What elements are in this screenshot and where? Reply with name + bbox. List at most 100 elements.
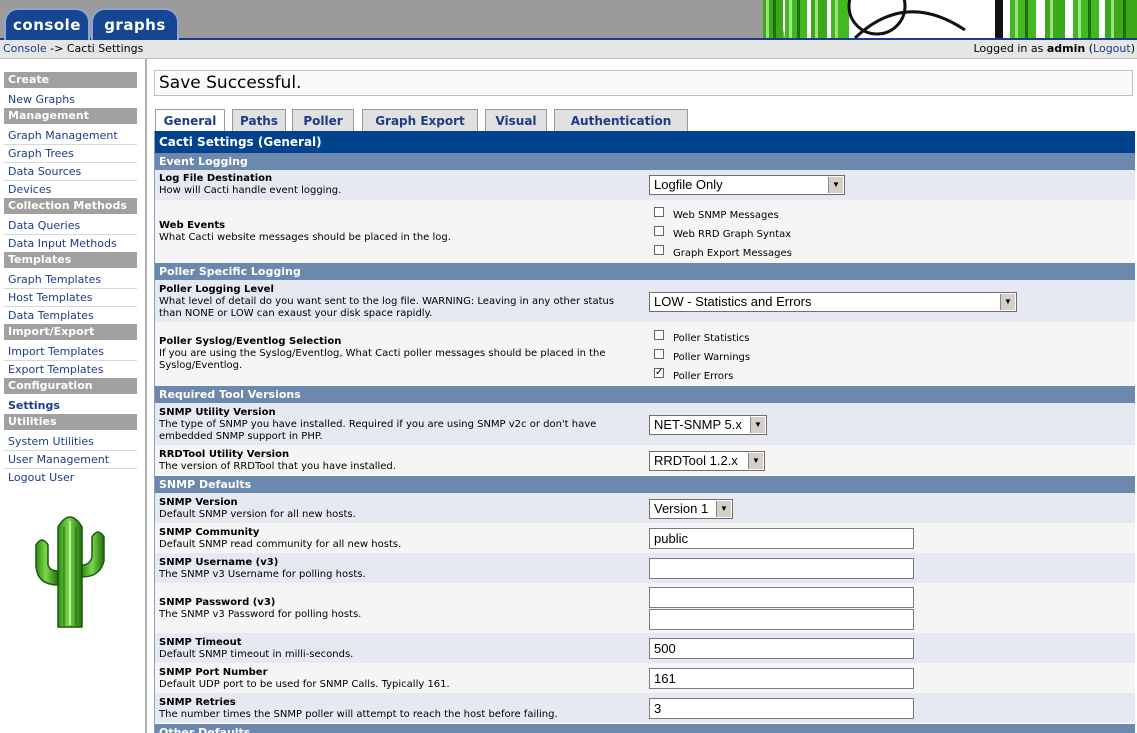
- sidebar-menu: Create New Graphs Management Graph Manag…: [0, 59, 147, 733]
- log-file-destination-desc: How will Cacti handle event logging.: [159, 185, 342, 196]
- tab-paths[interactable]: Paths: [232, 109, 286, 131]
- graphs-tab[interactable]: graphs: [91, 8, 179, 40]
- tab-general[interactable]: General: [155, 109, 225, 131]
- sidebar-item-graph-trees[interactable]: Graph Trees: [8, 147, 74, 160]
- snmp-version-value: Version 1: [654, 501, 709, 516]
- poller-statistics-label: Poller Statistics: [673, 333, 750, 344]
- poller-logging-level-desc: What level of detail do you want sent to…: [159, 296, 615, 319]
- snmp-username-input[interactable]: [649, 558, 914, 579]
- sidebar-item-host-templates[interactable]: Host Templates: [8, 291, 92, 304]
- rrdtool-utility-version-label: RRDTool Utility Version: [159, 449, 290, 460]
- poller-errors-label: Poller Errors: [673, 371, 734, 382]
- tab-visual[interactable]: Visual: [485, 109, 547, 131]
- row-rrdtool-utility-version: RRDTool Utility Version The version of R…: [155, 445, 1135, 475]
- menu-header-collection-methods: Collection Methods: [4, 198, 137, 214]
- settings-table-title: Cacti Settings (General): [155, 131, 1135, 153]
- sidebar-item-user-management[interactable]: User Management: [8, 453, 109, 466]
- sidebar-item-graph-templates[interactable]: Graph Templates: [8, 273, 101, 286]
- snmp-password-label: SNMP Password (v3): [159, 597, 276, 608]
- snmp-retries-desc: The number times the SNMP poller will at…: [159, 709, 558, 720]
- menu-divider: [4, 360, 137, 361]
- row-snmp-port: SNMP Port Number Default UDP port to be …: [155, 663, 1135, 693]
- sidebar-item-export-templates[interactable]: Export Templates: [8, 363, 103, 376]
- snmp-timeout-input[interactable]: 500: [649, 638, 914, 659]
- snmp-retries-input[interactable]: 3: [649, 698, 914, 719]
- sidebar-item-new-graphs[interactable]: New Graphs: [8, 93, 75, 106]
- poller-logging-level-value: LOW - Statistics and Errors: [654, 294, 812, 309]
- rrdtool-utility-version-value: RRDTool 1.2.x: [654, 453, 738, 468]
- checkmark-icon: ✓: [655, 367, 664, 378]
- menu-divider: [4, 144, 137, 145]
- web-rrd-graph-syntax-label: Web RRD Graph Syntax: [673, 229, 792, 240]
- web-snmp-messages-label: Web SNMP Messages: [673, 210, 779, 221]
- rrdtool-utility-version-desc: The version of RRDTool that you have ins…: [159, 461, 396, 472]
- chevron-down-icon: ▼: [750, 417, 765, 433]
- snmp-timeout-desc: Default SNMP timeout in milli-seconds.: [159, 649, 354, 660]
- graph-export-messages-checkbox[interactable]: [654, 245, 664, 255]
- chevron-down-icon: ▼: [716, 501, 731, 517]
- menu-divider: [4, 306, 137, 307]
- web-rrd-graph-syntax-checkbox[interactable]: [654, 226, 664, 236]
- poller-errors-checkbox[interactable]: ✓: [654, 368, 664, 378]
- row-snmp-utility-version: SNMP Utility Version The type of SNMP yo…: [155, 403, 1135, 445]
- snmp-utility-version-value: NET-SNMP 5.x: [654, 417, 742, 432]
- poller-logging-level-select[interactable]: LOW - Statistics and Errors ▼: [649, 292, 1017, 312]
- snmp-utility-version-desc: The type of SNMP you have installed. Req…: [159, 419, 597, 442]
- snmp-port-desc: Default UDP port to be used for SNMP Cal…: [159, 679, 450, 690]
- row-poller-syslog: Poller Syslog/Eventlog Selection If you …: [155, 322, 1135, 386]
- menu-header-create: Create: [4, 72, 137, 88]
- chevron-down-icon: ▼: [748, 453, 763, 469]
- snmp-utility-version-select[interactable]: NET-SNMP 5.x ▼: [649, 415, 767, 435]
- console-tab[interactable]: console: [4, 8, 90, 40]
- sidebar-item-system-utilities[interactable]: System Utilities: [8, 435, 94, 448]
- sidebar-item-graph-management[interactable]: Graph Management: [8, 129, 118, 142]
- tab-poller[interactable]: Poller: [292, 109, 354, 131]
- sidebar-item-data-queries[interactable]: Data Queries: [8, 219, 80, 232]
- section-other-defaults: Other Defaults: [155, 724, 1135, 733]
- menu-header-templates: Templates: [4, 252, 137, 268]
- breadcrumb-console-link[interactable]: Console: [3, 42, 47, 55]
- snmp-port-input[interactable]: 161: [649, 668, 914, 689]
- chevron-down-icon: ▼: [1000, 294, 1015, 310]
- web-events-desc: What Cacti website messages should be pl…: [159, 232, 451, 243]
- snmp-version-select[interactable]: Version 1 ▼: [649, 499, 733, 519]
- breadcrumb: Console -> Cacti Settings: [3, 42, 143, 55]
- menu-header-utilities: Utilities: [4, 414, 137, 430]
- log-file-destination-select[interactable]: Logfile Only ▼: [649, 175, 845, 195]
- poller-syslog-label: Poller Syslog/Eventlog Selection: [159, 336, 342, 347]
- tab-graph-export[interactable]: Graph Export: [362, 109, 478, 131]
- snmp-version-label: SNMP Version: [159, 497, 238, 508]
- snmp-password-confirm-input[interactable]: [649, 609, 914, 630]
- poller-statistics-checkbox[interactable]: [654, 330, 664, 340]
- breadcrumb-arrow: ->: [50, 42, 64, 55]
- row-snmp-password: SNMP Password (v3) The SNMP v3 Password …: [155, 583, 1135, 633]
- row-web-events: Web Events What Cacti website messages s…: [155, 200, 1135, 263]
- sidebar-item-import-templates[interactable]: Import Templates: [8, 345, 104, 358]
- snmp-port-label: SNMP Port Number: [159, 667, 268, 678]
- rrdtool-utility-version-select[interactable]: RRDTool 1.2.x ▼: [649, 451, 765, 471]
- tab-authentication[interactable]: Authentication: [554, 109, 688, 131]
- menu-divider: [4, 288, 137, 289]
- logout-link[interactable]: Logout: [1093, 42, 1131, 55]
- snmp-username-label: SNMP Username (v3): [159, 557, 279, 568]
- snmp-community-input[interactable]: public: [649, 528, 914, 549]
- poller-syslog-desc: If you are using the Syslog/Eventlog, Wh…: [159, 348, 606, 371]
- top-navigation-bar: console graphs: [0, 0, 1137, 40]
- sidebar-item-data-templates[interactable]: Data Templates: [8, 309, 94, 322]
- section-poller-specific-logging: Poller Specific Logging: [155, 263, 1135, 280]
- menu-header-import-export: Import/Export: [4, 324, 137, 340]
- sidebar-item-data-sources[interactable]: Data Sources: [8, 165, 81, 178]
- sidebar-item-logout-user[interactable]: Logout User: [8, 471, 74, 484]
- menu-header-configuration: Configuration: [4, 378, 137, 394]
- cactus-banner-image: [755, 0, 1137, 38]
- snmp-password-input[interactable]: [649, 587, 914, 608]
- graph-export-messages-label: Graph Export Messages: [673, 248, 792, 259]
- snmp-retries-label: SNMP Retries: [159, 697, 236, 708]
- row-snmp-username: SNMP Username (v3) The SNMP v3 Username …: [155, 553, 1135, 583]
- sidebar-item-settings[interactable]: Settings: [8, 399, 60, 412]
- section-event-logging: Event Logging: [155, 153, 1135, 170]
- sidebar-item-devices[interactable]: Devices: [8, 183, 51, 196]
- poller-warnings-checkbox[interactable]: [654, 349, 664, 359]
- sidebar-item-data-input-methods[interactable]: Data Input Methods: [8, 237, 117, 250]
- web-snmp-messages-checkbox[interactable]: [654, 207, 664, 217]
